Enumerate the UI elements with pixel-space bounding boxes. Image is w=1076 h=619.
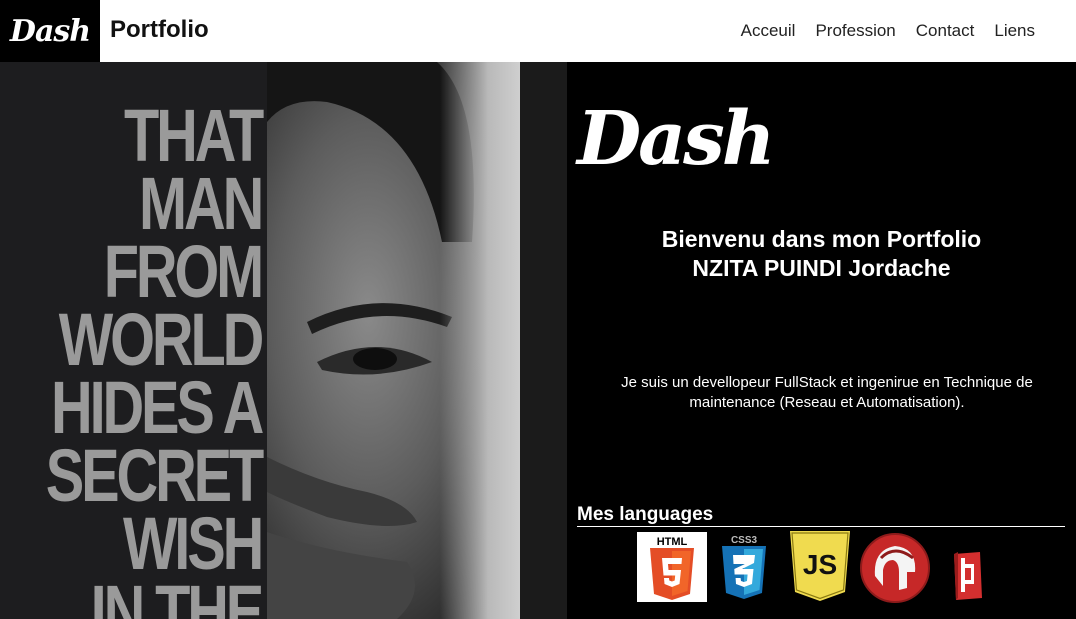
languages-title: Mes languages — [577, 504, 714, 525]
top-navbar: Dash Portfolio Acceuil Profession Contac… — [0, 0, 1076, 62]
svg-text:CSS3: CSS3 — [731, 535, 758, 546]
nav-link-profession[interactable]: Profession — [815, 21, 895, 41]
brand-title[interactable]: Portfolio — [110, 16, 209, 44]
logo-text: Dash — [9, 13, 91, 49]
languages-divider — [577, 526, 1065, 527]
intro-panel: Dash Bienvenu dans mon Portfolio NZITA P… — [567, 62, 1076, 619]
main-nav: Acceuil Profession Contact Liens — [741, 21, 1035, 41]
welcome-heading: Bienvenu dans mon Portfolio NZITA PUINDI… — [661, 226, 982, 281]
nav-link-liens[interactable]: Liens — [994, 21, 1035, 41]
javascript-icon: JS — [787, 530, 853, 602]
css3-icon: CSS3 — [715, 532, 773, 602]
hero-portrait-image: THAT MAN FROM WORLD HIDES A SECRET WISH … — [0, 62, 567, 619]
svg-text:HTML: HTML — [657, 536, 688, 548]
logo[interactable]: Dash — [0, 0, 100, 62]
nav-link-acceuil[interactable]: Acceuil — [741, 21, 796, 41]
hero-quote-text: THAT MAN FROM WORLD HIDES A SECRET WISH … — [45, 94, 265, 619]
nav-link-contact[interactable]: Contact — [916, 21, 975, 41]
intro-description: Je suis un devellopeur FullStack et inge… — [621, 374, 1033, 411]
panel-logo: Dash — [577, 96, 776, 182]
svg-text:JS: JS — [803, 549, 837, 580]
spartan-helmet-icon — [859, 532, 931, 604]
red-book-icon — [947, 548, 989, 604]
panel-logo-text: Dash — [577, 96, 776, 182]
html5-icon: HTML — [637, 532, 707, 602]
